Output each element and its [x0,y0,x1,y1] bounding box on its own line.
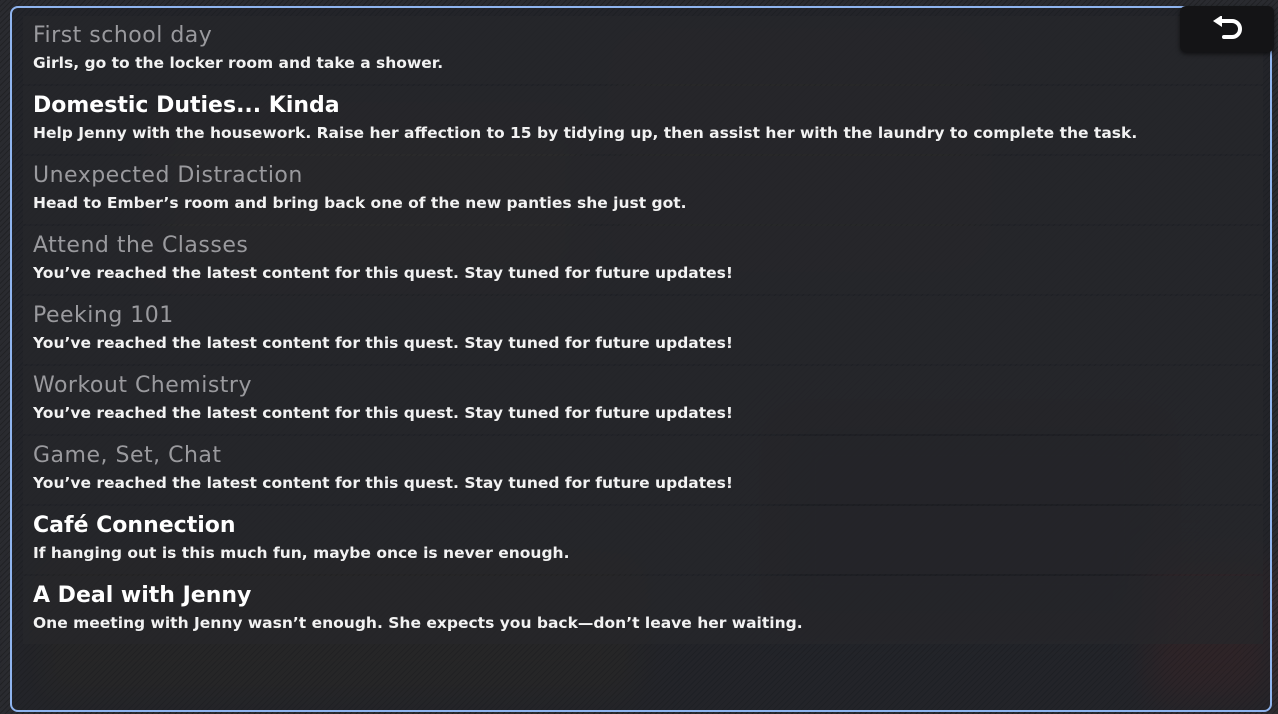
quest-title: Domestic Duties... Kinda [33,93,340,118]
quest-description: One meeting with Jenny wasn’t enough. Sh… [33,614,803,632]
quest-description: You’ve reached the latest content for th… [33,474,733,492]
quest-item[interactable]: A Deal with Jenny One meeting with Jenny … [23,576,1263,644]
quest-description: You’ve reached the latest content for th… [33,264,733,282]
quest-item[interactable]: Attend the Classes You’ve reached the lat… [23,226,1263,294]
quest-item[interactable]: Café Connection If hanging out is this mu… [23,506,1263,574]
undo-arrow-icon [1213,16,1242,39]
quest-description: If hanging out is this much fun, maybe o… [33,544,570,562]
quest-title: Game, Set, Chat [33,443,222,468]
quest-description: Head to Ember’s room and bring back one … [33,194,687,212]
quest-title: Peeking 101 [33,303,174,328]
quest-description: Girls, go to the locker room and take a … [33,54,444,72]
quest-title: Café Connection [33,513,236,538]
quest-description: You’ve reached the latest content for th… [33,334,733,352]
quest-item[interactable]: Peeking 101 You’ve reached the latest con… [23,296,1263,364]
quest-item[interactable]: Workout Chemistry You’ve reached the late… [23,366,1263,434]
quest-item[interactable]: Domestic Duties... Kinda Help Jenny with … [23,86,1263,154]
quest-title: Workout Chemistry [33,373,252,398]
quest-description: Help Jenny with the housework. Raise her… [33,124,1138,142]
quest-title: A Deal with Jenny [33,583,252,608]
quest-title: Attend the Classes [33,233,249,258]
quest-title: Unexpected Distraction [33,163,303,188]
quest-item[interactable]: Unexpected Distraction Head to Ember’s ro… [23,156,1263,224]
back-button[interactable] [1180,6,1274,52]
quest-item[interactable]: Game, Set, Chat You’ve reached the latest… [23,436,1263,504]
quest-title: First school day [33,23,213,48]
quest-item[interactable]: First school day Girls, go to the locker … [23,16,1263,84]
quest-list: First school day Girls, go to the locker … [23,16,1263,646]
quest-description: You’ve reached the latest content for th… [33,404,733,422]
